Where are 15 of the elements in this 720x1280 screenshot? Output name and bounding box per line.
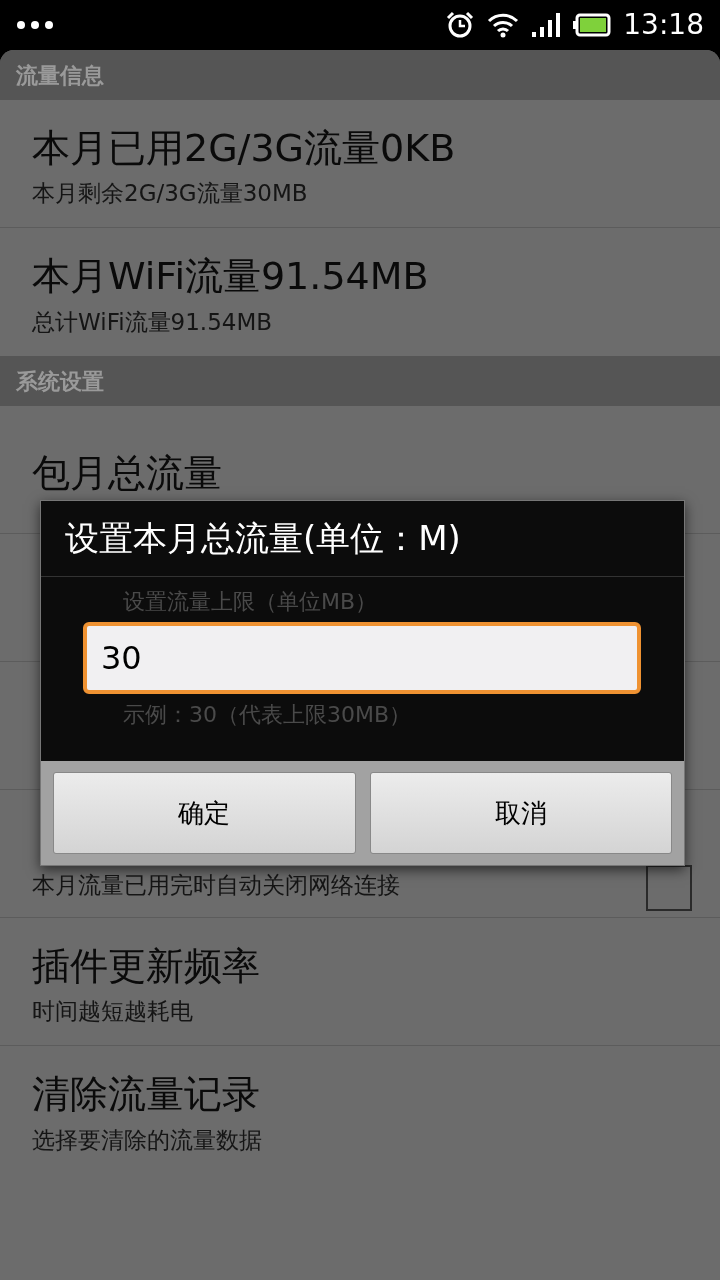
item-subtitle: 本月剩余2G/3G流量30MB — [32, 179, 309, 208]
section-header: 流量信息 — [0, 50, 720, 100]
item-subtitle: 时间越短越耗电 — [32, 997, 194, 1026]
item-subtitle: 选择要清除的流量数据 — [32, 1125, 262, 1155]
item-subtitle: 本月流量已用完时自动关闭网络连接 — [32, 871, 400, 901]
field-hint: 示例：30（代表上限30MB） — [122, 701, 413, 729]
field-label: 设置流量上限（单位MB） — [122, 588, 379, 616]
item-title: 本月已用2G/3G流量0KB — [32, 124, 456, 172]
item-subtitle: 总计WiFi流量91.54MB — [32, 307, 274, 337]
item-title: 清除流量记录 — [32, 1071, 261, 1118]
item-title: 插件更新频率 — [32, 942, 260, 990]
item-title: 包月总流量 — [32, 449, 222, 497]
section-header: 系统设置 — [0, 356, 720, 406]
item-title: 本月WiFi流量91.54MB — [32, 253, 429, 300]
clock-time: 13:18 — [623, 11, 704, 39]
